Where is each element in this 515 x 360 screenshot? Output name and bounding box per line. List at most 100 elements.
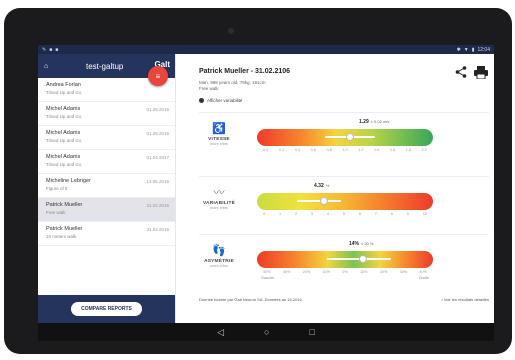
back-icon[interactable]: ◁ — [217, 327, 224, 338]
recents-icon[interactable]: □ — [309, 327, 314, 337]
battery-icon: ▮ — [471, 46, 475, 53]
footer-note: Donnée fournie par Gait Neuron SA. Donné… — [199, 297, 302, 302]
asymmetry-value: 14% ± 20 % — [349, 241, 373, 247]
bluetooth-icon: ✱ — [456, 46, 461, 53]
tick-label: 7 — [374, 212, 377, 216]
value-text: 4.32 — [314, 183, 324, 189]
wrench-icon: ✎ — [42, 46, 47, 53]
print-icon[interactable] — [474, 66, 488, 79]
variability-toggle-label: Afficher variabilité — [207, 98, 243, 103]
item-date: 13.05.2016 — [146, 179, 169, 184]
front-camera — [228, 28, 234, 34]
variability-value: 4.32% — [314, 183, 329, 189]
more-info-link[interactable]: more infos — [199, 264, 239, 268]
asymmetry-metric: 👣 ASYMÉTRIE more infos 14% ± 20 % 40% 30%… — [199, 234, 489, 290]
more-info-link[interactable]: more infos — [199, 206, 239, 210]
speed-gauge — [257, 129, 433, 146]
walker-icon: ♿ — [212, 123, 226, 135]
speed-metric: ♿ VITESSE more infos 1.29 ± 0.02 m/s 0.0 … — [199, 112, 489, 168]
home-nav-icon[interactable]: ○ — [264, 327, 269, 337]
tick-label: 0.2 — [278, 148, 285, 152]
tick-label: 1.8 — [405, 148, 412, 152]
home-icon[interactable]: ⌂ — [44, 63, 56, 70]
asymmetry-gauge — [257, 251, 433, 268]
tick-label: 9 — [406, 212, 409, 216]
item-date: 01.09.2016 — [146, 107, 169, 112]
asymmetry-ticks: 40% 30% 20% 10% 0% 10% 20% 30% 40% — [257, 270, 433, 274]
value-text: 14% — [349, 241, 360, 247]
tick-label: 6 — [358, 212, 361, 216]
tick-label: 0.6 — [310, 148, 316, 152]
variability-toggle[interactable]: Afficher variabilité — [199, 98, 242, 103]
more-info-link[interactable]: more infos — [199, 142, 239, 146]
left-end-label: Gauche — [261, 276, 275, 280]
item-date: 01.04.2017 — [146, 155, 169, 160]
notification-icon: ■ — [49, 46, 53, 53]
sidebar: ⌂ test-galtup Galt ≡ Andrea Forlan Timed… — [38, 54, 176, 323]
asymmetry-ends: Gauche Droite — [257, 276, 433, 280]
tick-label: 5 — [342, 212, 345, 216]
item-test: Free walk — [46, 210, 66, 215]
tick-label: 3 — [310, 212, 314, 216]
tablet-frame: ✎ ■ ■ ✱ ▼ ▮ 12:04 ⌂ test-galtup Galt ≡ A… — [4, 8, 512, 354]
android-nav-bar: ◁ ○ □ — [38, 323, 494, 341]
list-item[interactable]: Micheline Lebriger Figure of 8 13.05.201… — [38, 174, 175, 198]
list-item[interactable]: Michel Adams Timed Up and Go 01.09.2016 — [38, 126, 175, 150]
compare-reports-button[interactable]: COMPARE REPORTS — [71, 302, 142, 316]
speed-ticks: 0.0 0.2 0.4 0.6 0.8 1.0 1.2 1.4 1.6 1.8 … — [257, 148, 433, 152]
status-time: 12:04 — [477, 46, 490, 53]
item-test: Timed Up and Go — [46, 90, 82, 95]
patient-info: Man, 998 years old, 78kg, 181cm Free wal… — [199, 80, 266, 92]
tick-label: 1 — [278, 212, 282, 216]
item-date: 31.02.2016 — [146, 227, 169, 232]
list-item[interactable]: Michel Adams Timed Up and Go 01.04.2017 — [38, 150, 175, 174]
detailed-results-link[interactable]: • Voir les résultats détaillés — [441, 297, 489, 302]
status-bar: ✎ ■ ■ ✱ ▼ ▮ 12:04 — [38, 45, 494, 54]
tick-label: 10 — [422, 212, 427, 216]
item-test: Timed Up and Go — [46, 114, 82, 119]
sidebar-footer: COMPARE REPORTS — [38, 295, 175, 323]
tick-label: 10% — [359, 270, 368, 274]
tick-label: 30% — [399, 270, 408, 274]
share-icon[interactable] — [455, 66, 467, 78]
list-item[interactable]: Patrick Mueller 10 meters walk 31.02.201… — [38, 222, 175, 246]
tick-label: 30% — [282, 270, 291, 274]
tick-label: 1.4 — [374, 148, 380, 152]
list-item[interactable]: Michel Adams Timed Up and Go 01.09.2016 — [38, 102, 175, 126]
notification-icon-2: ■ — [55, 46, 59, 53]
tick-label: 2.0 — [421, 148, 427, 152]
list-item-selected[interactable]: Patrick Mueller Free walk 31.02.2016 — [38, 198, 175, 222]
tick-label: 0 — [263, 212, 266, 216]
sidebar-title: test-galtup — [86, 61, 124, 71]
asymmetry-summary: 👣 ASYMÉTRIE more infos — [199, 245, 239, 268]
tick-label: 1.6 — [389, 148, 396, 152]
variability-metric: 〰 VARIABILITÉ more infos 4.32% 0 1 2 3 4 — [199, 176, 489, 232]
report-list: Andrea Forlan Timed Up and Go Michel Ada… — [38, 78, 175, 246]
app-screen: ✎ ■ ■ ✱ ▼ ▮ 12:04 ⌂ test-galtup Galt ≡ A… — [38, 45, 494, 341]
item-name: Andrea Forlan — [46, 82, 81, 88]
report-footer: Donnée fournie par Gait Neuron SA. Donné… — [199, 297, 489, 302]
patient-title: Patrick Mueller - 31.02.2106 — [199, 68, 291, 75]
unit-text: ± 0.02 m/s — [370, 119, 390, 124]
item-test: 10 meters walk — [46, 234, 77, 239]
wifi-icon: ▼ — [463, 46, 469, 53]
speed-summary: ♿ VITESSE more infos — [199, 123, 239, 146]
item-date: 01.09.2016 — [146, 131, 169, 136]
value-marker — [358, 255, 367, 263]
variability-icon: 〰 — [213, 187, 225, 199]
tick-label: 1.2 — [358, 148, 364, 152]
variability-gauge — [257, 193, 433, 210]
item-test: Timed Up and Go — [46, 162, 82, 167]
tick-label: 40% — [419, 270, 427, 274]
filter-icon: ≡ — [155, 71, 161, 81]
filter-button[interactable]: ≡ — [148, 66, 168, 86]
tick-label: 0.0 — [263, 148, 269, 152]
item-test: Timed Up and Go — [46, 138, 82, 143]
tick-label: 4 — [326, 212, 329, 216]
tick-label: 1.0 — [342, 148, 348, 152]
tick-label: 20% — [379, 270, 388, 274]
tick-label: 40% — [263, 270, 271, 274]
tick-label: 8 — [390, 212, 393, 216]
tick-label: 10% — [322, 270, 331, 274]
test-type: Free walk — [199, 86, 219, 91]
